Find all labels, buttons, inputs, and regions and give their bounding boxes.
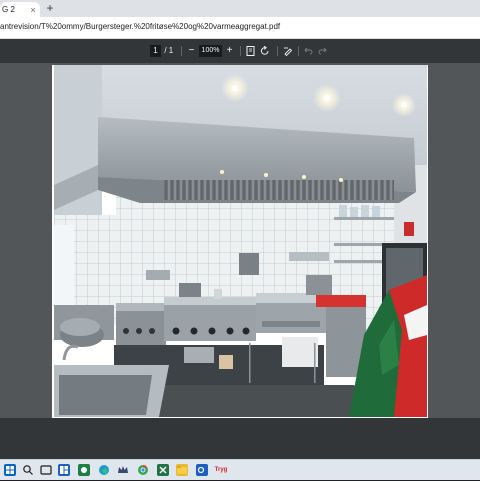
tab-close-icon[interactable]: × <box>28 4 38 16</box>
edge-icon[interactable] <box>98 464 110 476</box>
undo-icon[interactable] <box>304 46 313 55</box>
excel-icon[interactable] <box>157 464 169 476</box>
tab-title: G 2 <box>2 5 15 14</box>
fit-page-icon[interactable] <box>246 46 255 56</box>
viewer-bottom-area <box>0 418 480 459</box>
new-tab-button[interactable]: + <box>44 2 56 15</box>
widgets-icon[interactable] <box>58 464 70 476</box>
zoom-level-input[interactable]: 100% <box>199 45 222 57</box>
search-icon[interactable] <box>22 464 34 476</box>
outlook-icon[interactable] <box>196 464 208 476</box>
toolbar-divider <box>181 46 182 56</box>
toolbar-divider <box>298 46 299 56</box>
url-text[interactable]: antrevision/T%20ommy/Burgersteger.%20fri… <box>0 22 280 31</box>
kitchen-photo <box>54 65 427 417</box>
toolbar-divider <box>240 46 241 56</box>
toolbar-divider <box>277 46 278 56</box>
green-app-icon[interactable] <box>78 464 90 476</box>
rotate-icon[interactable] <box>260 46 270 56</box>
annotate-pen-icon[interactable] <box>283 46 293 56</box>
total-pages: 1 <box>168 46 174 55</box>
browser-tab-strip: G 2 × + <box>0 0 480 17</box>
task-view-icon[interactable] <box>40 464 52 476</box>
zoom-in-button[interactable]: + <box>225 45 234 57</box>
active-tab[interactable]: G 2 × <box>0 2 40 17</box>
windows-start-icon[interactable] <box>4 464 16 476</box>
pdf-toolbar: 1 / 1 − 100% + <box>0 39 480 63</box>
zoom-out-button[interactable]: − <box>187 45 196 57</box>
address-bar[interactable]: antrevision/T%20ommy/Burgersteger.%20fri… <box>0 17 480 39</box>
redo-icon[interactable] <box>318 46 327 55</box>
page-number-input[interactable]: 1 <box>150 45 161 57</box>
tryg-icon[interactable]: Tryg <box>213 464 229 476</box>
chrome-icon[interactable] <box>137 464 149 476</box>
crown-icon[interactable] <box>117 464 129 476</box>
windows-taskbar: Tryg <box>0 459 480 480</box>
folder-icon[interactable] <box>176 464 188 476</box>
